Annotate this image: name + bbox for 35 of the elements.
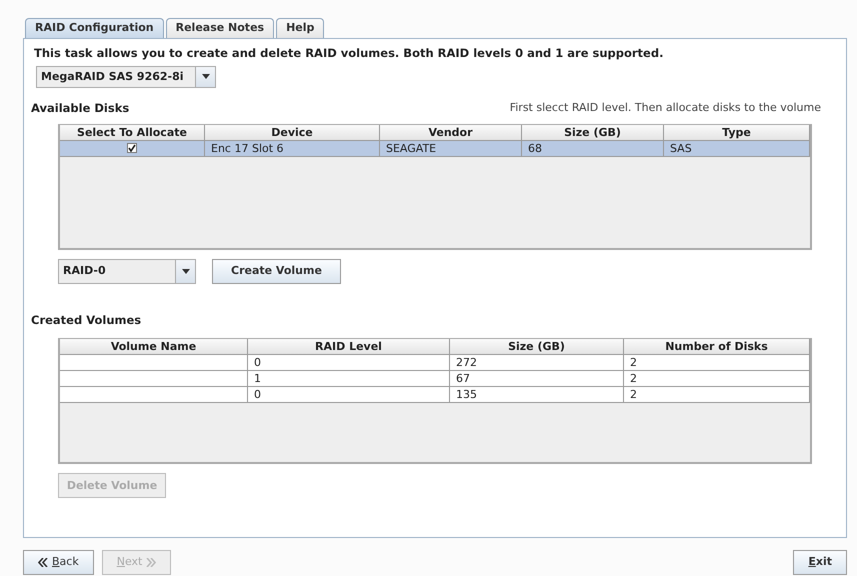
column-header: Size (GB) — [522, 125, 664, 140]
column-header: RAID Level — [248, 339, 450, 354]
column-header: Volume Name — [60, 339, 248, 354]
create-volume-button[interactable]: Create Volume — [212, 259, 341, 284]
table-cell: 0 — [254, 388, 261, 402]
tab[interactable]: Help — [276, 18, 324, 38]
column-header: Device — [205, 125, 380, 140]
table-cell: 2 — [630, 388, 637, 402]
column-header: Vendor — [380, 125, 522, 140]
table-cell: Enc 17 Slot 6 — [211, 142, 284, 155]
exit-button[interactable]: Exit — [793, 550, 847, 574]
back-button[interactable]: Back — [23, 550, 94, 574]
section-title: Available Disks — [31, 100, 130, 117]
table-cell: 68 — [528, 142, 542, 155]
column-header: Size (GB) — [450, 339, 624, 354]
table-row[interactable]: Enc 17 Slot 6 SEAGATE 68 SAS — [60, 141, 810, 157]
table-cell: 0 — [254, 356, 261, 370]
tab[interactable]: RAID Configuration — [25, 18, 164, 38]
table-cell: SEAGATE — [386, 142, 436, 155]
table-cell: SAS — [670, 142, 692, 155]
raid-level-dropdown[interactable]: RAID-0 — [58, 259, 196, 284]
description-text: This task allows you to create and delete RAID volumes. Both RAID levels 0 and 1 are supported. — [34, 44, 664, 62]
controller-dropdown[interactable]: MegaRAID SAS 9262-8i — [36, 66, 216, 88]
column-header: Type — [664, 125, 810, 140]
table-cell: 1 — [254, 372, 261, 386]
table-cell: 272 — [456, 356, 477, 370]
tab[interactable]: Release Notes — [166, 18, 274, 38]
table-cell: 2 — [630, 372, 637, 386]
column-header: Number of Disks — [624, 339, 810, 354]
table-cell: 67 — [456, 372, 470, 386]
column-header: Select To Allocate — [60, 125, 205, 140]
table-cell: 135 — [456, 388, 477, 402]
section-title: Created Volumes — [31, 312, 142, 329]
hint-text: First slecct RAID level. Then allocate disks to the volume — [510, 100, 821, 116]
table-cell: 2 — [630, 356, 637, 370]
